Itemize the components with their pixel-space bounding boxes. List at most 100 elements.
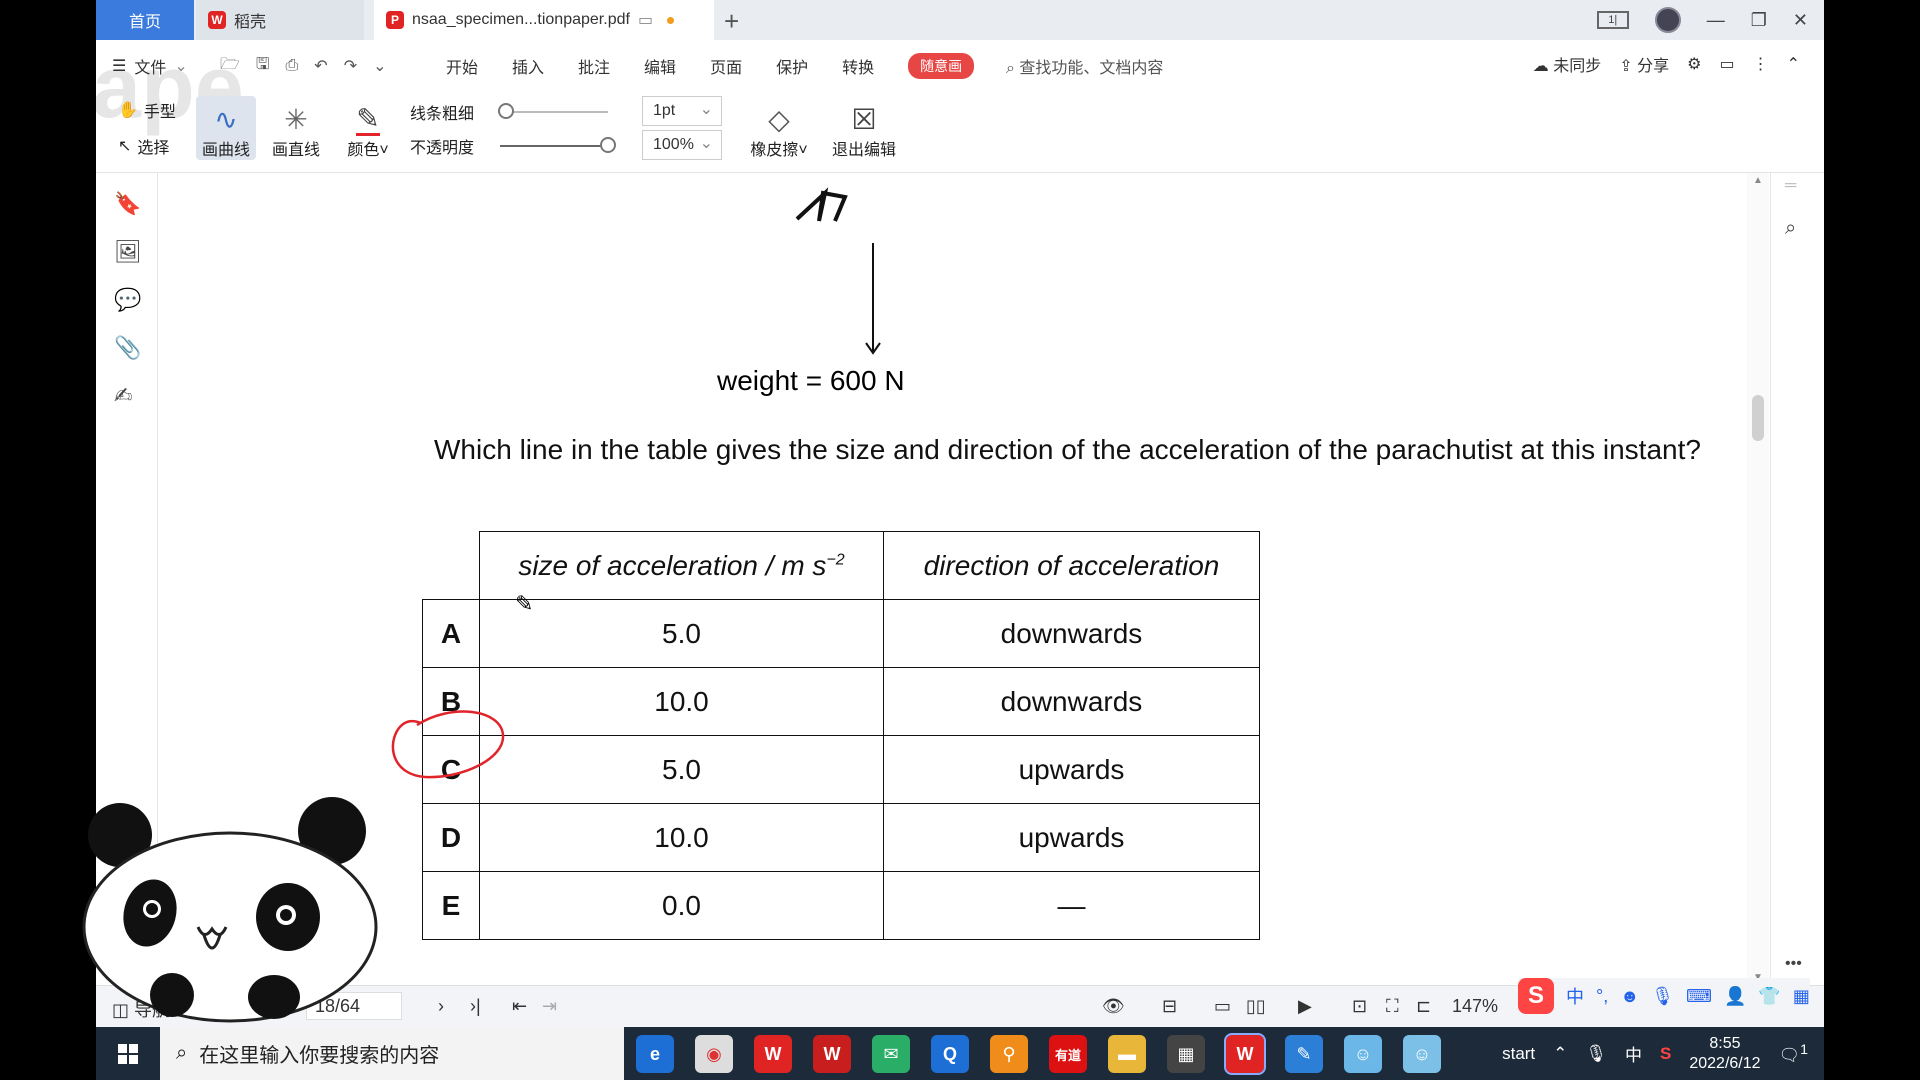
sogou-logo[interactable]: S [1518, 978, 1554, 1014]
comment-icon[interactable]: ▭ [1719, 54, 1734, 74]
clock[interactable]: 8:55 2022/6/12 [1689, 1034, 1760, 1074]
tab-home[interactable]: 首页 [96, 0, 194, 40]
more-vertical-icon[interactable]: ⋮ [1753, 54, 1769, 74]
tray-chevron-icon[interactable]: ⌃ [1553, 1044, 1567, 1064]
eye-mode-icon[interactable]: 👁 [1102, 996, 1125, 1017]
print-icon[interactable]: ⎙ [285, 57, 298, 75]
punctuation-icon[interactable]: °, [1596, 986, 1608, 1007]
collapse-ribbon-icon[interactable]: ⌃ [1787, 54, 1800, 74]
feature-search[interactable]: ⌕ 查找功能、文档内容 [1006, 54, 1163, 78]
tab-daoke[interactable]: W 稻壳 [196, 0, 364, 40]
notepad-icon[interactable]: ✎ [1285, 1035, 1323, 1073]
ribbon-tab[interactable]: 转换 [842, 54, 874, 78]
last-page-icon[interactable]: ›| [470, 996, 481, 1017]
settings-icon[interactable]: ⚙ [1687, 54, 1701, 74]
wechat-icon[interactable]: ✉ [872, 1035, 910, 1073]
qq-browser-icon[interactable]: Q [931, 1035, 969, 1073]
ribbon-tab[interactable]: 保护 [776, 54, 808, 78]
open-icon[interactable]: 🗁 [220, 53, 240, 80]
save-icon[interactable]: 🖫 [256, 53, 270, 80]
color-picker[interactable]: ✎ 颜色˅ [338, 96, 398, 160]
share-button[interactable]: ⇪ 分享 [1619, 52, 1669, 76]
mic-tray-icon[interactable]: 🎙 [1585, 1044, 1607, 1064]
redo-icon[interactable]: ↷ [344, 56, 357, 76]
fit-width-icon[interactable]: ⊏ [1416, 996, 1431, 1017]
start-label[interactable]: start [1502, 1044, 1535, 1064]
pdf-app-taskbar-icon[interactable]: W [1224, 1033, 1266, 1075]
emoji-icon[interactable]: ☻ [1620, 986, 1639, 1007]
page-fit-icon[interactable]: ⊟ [1162, 996, 1177, 1017]
wps-icon[interactable]: W [754, 1035, 792, 1073]
forward-icon[interactable]: ⇥ [542, 996, 557, 1017]
image-icon[interactable]: 🖼 [114, 239, 142, 265]
freehand-tab[interactable]: 随意画 [908, 53, 975, 79]
tab-pdf-document[interactable]: P nsaa_specimen...tionpaper.pdf ▭ [374, 0, 714, 40]
thickness-slider-knob[interactable] [498, 103, 514, 119]
search-app-icon[interactable]: ⚲ [990, 1035, 1028, 1073]
opacity-slider-knob[interactable] [600, 137, 616, 153]
calculator-icon[interactable]: ▦ [1167, 1035, 1205, 1073]
thickness-slider[interactable] [500, 111, 608, 113]
scroll-up-icon[interactable]: ▲ [1753, 175, 1763, 186]
file-explorer-icon[interactable]: ▬ [1108, 1035, 1146, 1073]
taskbar-search-box[interactable]: ⌕ 在这里输入你要搜索的内容 [160, 1027, 624, 1080]
keyboard-icon[interactable]: ⌨ [1686, 986, 1712, 1007]
skin-icon[interactable]: 👕 [1758, 986, 1780, 1007]
opacity-dropdown[interactable]: 100% [642, 130, 722, 160]
ribbon-tab[interactable]: 编辑 [644, 54, 676, 78]
layout-toggle-icon[interactable]: 1| [1596, 11, 1629, 29]
tray-lang[interactable]: 中 [1625, 1041, 1642, 1066]
ribbon-tab[interactable]: 页面 [710, 54, 742, 78]
file-menu[interactable]: ☰ 文件 ⌄ [112, 40, 188, 92]
thickness-dropdown[interactable]: 1pt [642, 96, 722, 126]
zoom-dropdown[interactable]: 147% [1452, 996, 1498, 1017]
new-tab-button[interactable]: + [724, 6, 739, 37]
anime-app-icon[interactable]: ☺ [1344, 1035, 1382, 1073]
ime-lang[interactable]: 中 [1566, 983, 1584, 1009]
actual-size-icon[interactable]: ⊡ [1352, 996, 1367, 1017]
back-icon[interactable]: ⇤ [512, 996, 527, 1017]
next-page-icon[interactable]: › [438, 996, 444, 1017]
more-horizontal-icon[interactable]: ••• [1785, 955, 1802, 973]
document-canvas[interactable]: weight = 600 N Which line in the table g… [159, 173, 1739, 985]
close-icon[interactable]: ✕ [1793, 10, 1808, 31]
sogou-tray-icon[interactable]: S [1660, 1044, 1671, 1064]
play-icon[interactable]: ▶ [1298, 996, 1312, 1017]
undo-icon[interactable]: ↶ [314, 56, 327, 76]
bookmark-icon[interactable]: 🔖 [114, 191, 141, 217]
draw-curve-tool[interactable]: ∿ 画曲线 [196, 96, 256, 160]
edge-browser-icon[interactable]: e [636, 1035, 674, 1073]
windows-start-button[interactable] [96, 1027, 160, 1080]
ribbon-tab[interactable]: 插入 [512, 54, 544, 78]
comment-panel-icon[interactable]: 💬 [114, 287, 141, 313]
cloud-sync-button[interactable]: ☁ 未同步 [1533, 52, 1601, 76]
select-tool[interactable]: ↖ 选择 [118, 134, 169, 158]
find-icon[interactable]: ⌕ [1785, 217, 1796, 240]
anime-app-2-icon[interactable]: ☺ [1403, 1035, 1441, 1073]
avatar[interactable] [1654, 7, 1681, 33]
drag-handle-icon[interactable]: ═ [1785, 177, 1796, 195]
youdao-icon[interactable]: 有道 [1049, 1035, 1087, 1073]
opacity-slider[interactable] [500, 145, 608, 147]
exit-edit-button[interactable]: ☒ 退出编辑 [824, 96, 904, 160]
single-page-icon[interactable]: ▭ [1214, 996, 1231, 1017]
scroll-thumb[interactable] [1752, 395, 1764, 441]
ribbon-tab[interactable]: 批注 [578, 54, 610, 78]
chrome-icon[interactable]: ◉ [695, 1035, 733, 1073]
vertical-scrollbar[interactable]: ▲ ▼ [1747, 173, 1769, 985]
hand-tool[interactable]: ✋ 手型 [118, 98, 176, 122]
signature-icon[interactable]: ✍ [114, 383, 132, 409]
wps-office-icon[interactable]: W [813, 1035, 851, 1073]
user-icon[interactable]: 👤 [1724, 986, 1746, 1007]
attachment-icon[interactable]: 📎 [114, 335, 141, 361]
grid-icon[interactable]: ▦ [1793, 986, 1810, 1007]
ribbon-tab[interactable]: 开始 [446, 54, 478, 78]
draw-line-tool[interactable]: ✳ 画直线 [266, 96, 326, 160]
restore-icon[interactable]: ❐ [1751, 10, 1767, 31]
mic-icon[interactable]: 🎙 [1651, 986, 1674, 1007]
more-chevron-icon[interactable]: ⌄ [373, 56, 386, 76]
two-page-icon[interactable]: ▯▯ [1246, 996, 1266, 1017]
fit-window-icon[interactable]: ⛶ [1386, 996, 1399, 1017]
notification-center[interactable]: 🗨1 [1779, 1042, 1808, 1066]
eraser-tool[interactable]: ◇ 橡皮擦˅ [742, 96, 816, 160]
